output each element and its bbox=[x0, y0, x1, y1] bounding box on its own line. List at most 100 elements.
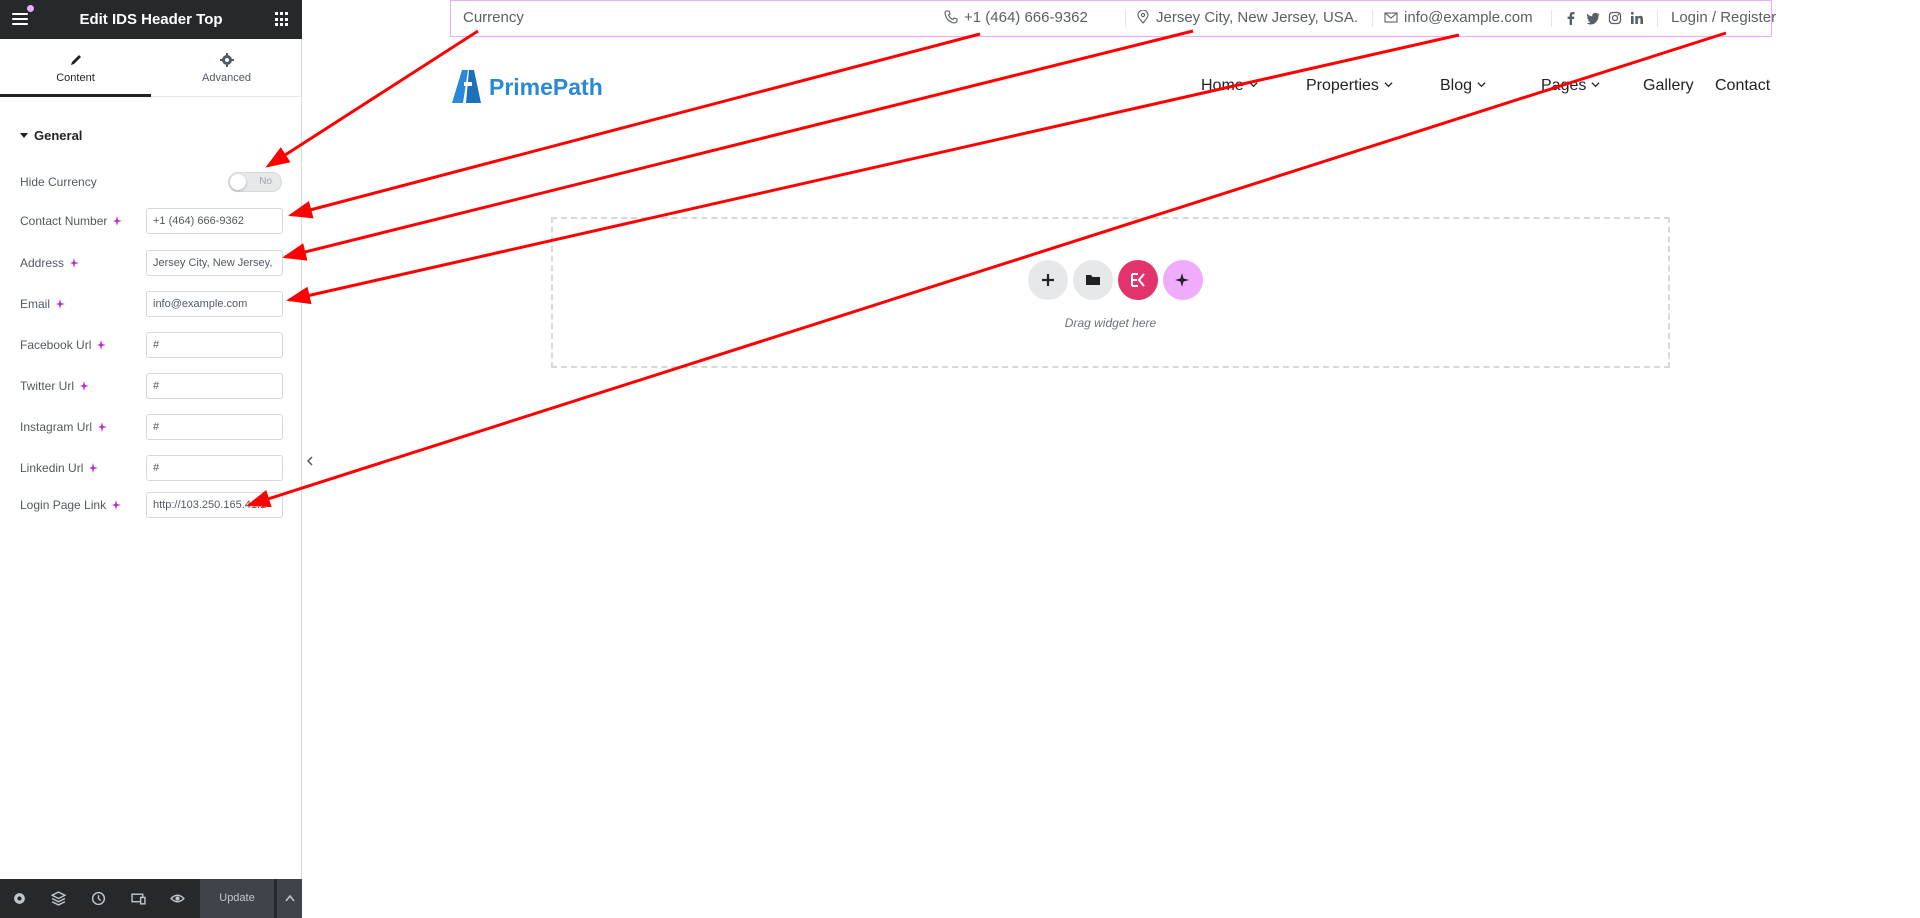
twitter-icon[interactable] bbox=[1586, 11, 1600, 25]
control-twitter-url: Twitter Url bbox=[20, 373, 283, 399]
divider bbox=[1372, 10, 1373, 27]
address-item[interactable]: Jersey City, New Jersey, USA. bbox=[1136, 1, 1358, 35]
ai-sparkle-icon[interactable] bbox=[80, 381, 90, 391]
caret-down-icon bbox=[20, 133, 28, 138]
hide-currency-label: Hide Currency bbox=[20, 175, 97, 189]
apps-grid-icon[interactable] bbox=[275, 12, 290, 27]
email-label-text: Email bbox=[20, 297, 51, 311]
address-label: Address bbox=[20, 256, 80, 270]
panel-collapse-button[interactable] bbox=[302, 448, 318, 474]
preview-eye-icon[interactable] bbox=[170, 891, 185, 906]
template-library-button[interactable] bbox=[1073, 260, 1113, 300]
instagram-url-label: Instagram Url bbox=[20, 420, 108, 434]
layers-icon[interactable] bbox=[51, 891, 66, 906]
phone-item[interactable]: +1 (464) 666-9362 bbox=[944, 1, 1088, 35]
main-navbar: PrimePath Home Properties Blog Pages Gal… bbox=[450, 55, 1772, 117]
switch-state-label: No bbox=[259, 176, 272, 187]
nav-pages-label: Pages bbox=[1541, 77, 1587, 94]
nav-pages[interactable]: Pages bbox=[1541, 77, 1600, 95]
address-input[interactable] bbox=[146, 250, 283, 276]
linkedin-url-input[interactable] bbox=[146, 455, 283, 481]
ai-sparkle-icon[interactable] bbox=[56, 299, 66, 309]
panel-tabs: Content Advanced bbox=[0, 39, 302, 97]
ai-sparkle-icon[interactable] bbox=[112, 500, 122, 510]
update-button[interactable]: Update bbox=[200, 879, 274, 918]
control-linkedin-url: Linkedin Url bbox=[20, 455, 283, 481]
login-register-link[interactable]: Login / Register bbox=[1671, 1, 1776, 35]
login-page-link-input[interactable] bbox=[146, 492, 283, 518]
address-text: Jersey City, New Jersey, USA. bbox=[1156, 9, 1358, 26]
facebook-icon[interactable] bbox=[1564, 11, 1578, 25]
tab-advanced[interactable]: Advanced bbox=[151, 39, 302, 97]
nav-home-label: Home bbox=[1201, 77, 1244, 94]
nav-properties[interactable]: Properties bbox=[1306, 77, 1393, 95]
ai-generate-button[interactable] bbox=[1163, 260, 1203, 300]
pencil-icon bbox=[70, 55, 81, 65]
section-general-label: General bbox=[34, 128, 83, 143]
facebook-url-label-text: Facebook Url bbox=[20, 338, 92, 352]
editor-panel: Edit IDS Header Top Content Advanced Gen… bbox=[0, 0, 302, 918]
section-general-toggle[interactable]: General bbox=[20, 128, 82, 143]
contact-number-input[interactable] bbox=[146, 208, 283, 234]
login-page-link-label: Login Page Link bbox=[20, 498, 122, 512]
header-top-bar[interactable]: Currency +1 (464) 666-9362 Jersey City, … bbox=[450, 0, 1776, 37]
linkedin-icon[interactable] bbox=[1630, 11, 1644, 25]
currency-label[interactable]: Currency bbox=[463, 1, 524, 35]
twitter-url-input[interactable] bbox=[146, 373, 283, 399]
divider bbox=[1125, 10, 1126, 27]
ai-sparkle-icon[interactable] bbox=[113, 216, 123, 226]
add-section-button[interactable] bbox=[1028, 260, 1068, 300]
instagram-url-input[interactable] bbox=[146, 414, 283, 440]
nav-home[interactable]: Home bbox=[1201, 77, 1258, 95]
instagram-icon[interactable] bbox=[1608, 11, 1622, 25]
widget-drop-zone[interactable]: Drag widget here bbox=[551, 217, 1670, 368]
divider bbox=[1657, 10, 1658, 27]
panel-header: Edit IDS Header Top bbox=[0, 0, 302, 39]
ai-sparkle-icon bbox=[1175, 273, 1189, 287]
phone-text: +1 (464) 666-9362 bbox=[964, 9, 1088, 26]
control-contact-number: Contact Number bbox=[20, 208, 283, 234]
history-icon[interactable] bbox=[91, 891, 106, 906]
settings-gear-icon[interactable] bbox=[12, 891, 27, 906]
ai-sparkle-icon[interactable] bbox=[70, 258, 80, 268]
switch-knob bbox=[230, 174, 246, 190]
control-facebook-url: Facebook Url bbox=[20, 332, 283, 358]
email-input[interactable] bbox=[146, 291, 283, 317]
gear-icon bbox=[219, 53, 234, 67]
drag-widget-hint: Drag widget here bbox=[1064, 316, 1157, 330]
chevron-down-icon bbox=[1384, 82, 1393, 88]
phone-icon bbox=[944, 10, 958, 24]
update-options-button[interactable] bbox=[276, 879, 302, 918]
control-address: Address bbox=[20, 250, 283, 276]
nav-gallery[interactable]: Gallery bbox=[1643, 77, 1694, 95]
chevron-left-icon bbox=[306, 456, 313, 466]
email-item[interactable]: info@example.com bbox=[1384, 1, 1533, 35]
ai-sparkle-icon[interactable] bbox=[98, 422, 108, 432]
envelope-icon bbox=[1384, 12, 1398, 23]
logo-text: PrimePath bbox=[489, 74, 603, 100]
facebook-url-input[interactable] bbox=[146, 332, 283, 358]
nav-contact[interactable]: Contact bbox=[1715, 77, 1770, 95]
instagram-url-label-text: Instagram Url bbox=[20, 420, 93, 434]
nav-gallery-label: Gallery bbox=[1643, 77, 1694, 94]
responsive-mode-icon[interactable] bbox=[131, 891, 146, 906]
nav-properties-label: Properties bbox=[1306, 77, 1379, 94]
hamburger-menu-icon[interactable] bbox=[11, 10, 29, 28]
tab-content[interactable]: Content bbox=[0, 39, 151, 97]
chevron-down-icon bbox=[1249, 82, 1258, 88]
nav-blog[interactable]: Blog bbox=[1440, 77, 1486, 95]
hide-currency-switch[interactable]: No bbox=[228, 172, 282, 192]
address-label-text: Address bbox=[20, 256, 65, 270]
map-pin-icon bbox=[1137, 10, 1149, 24]
control-login-page-link: Login Page Link bbox=[20, 492, 283, 518]
elementskit-button[interactable] bbox=[1118, 260, 1158, 300]
divider bbox=[1551, 10, 1552, 27]
notification-dot bbox=[27, 5, 34, 12]
plus-icon bbox=[1042, 274, 1054, 286]
ai-sparkle-icon[interactable] bbox=[97, 340, 107, 350]
panel-title: Edit IDS Header Top bbox=[79, 11, 223, 28]
panel-footer: Update bbox=[0, 879, 302, 918]
control-instagram-url: Instagram Url bbox=[20, 414, 283, 440]
tab-content-label: Content bbox=[56, 72, 95, 84]
ai-sparkle-icon[interactable] bbox=[89, 463, 99, 473]
